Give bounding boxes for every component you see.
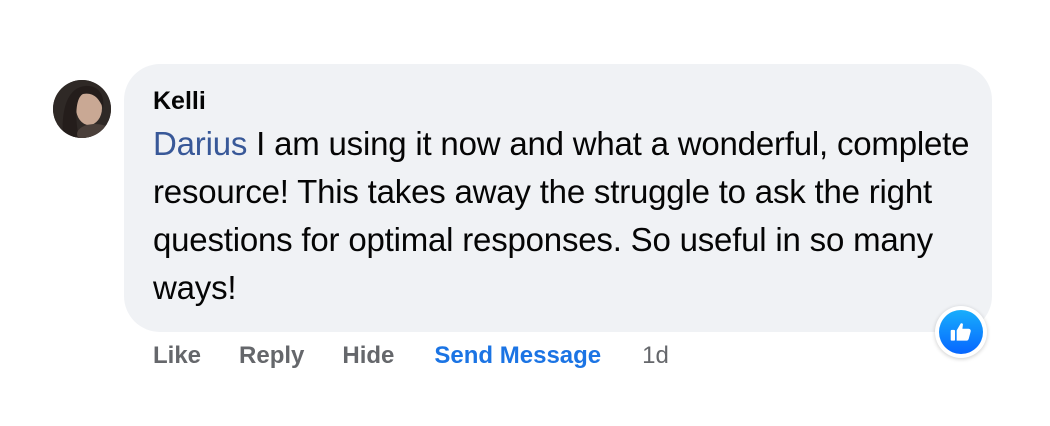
comment-body: I am using it now and what a wonderful, … bbox=[153, 125, 970, 306]
mention-link[interactable]: Darius bbox=[153, 125, 247, 162]
thumbs-up-icon bbox=[939, 310, 983, 354]
author-name[interactable]: Kelli bbox=[153, 86, 206, 116]
like-button[interactable]: Like bbox=[153, 340, 201, 372]
comment-bubble: Kelli Darius I am using it now and what … bbox=[124, 64, 992, 332]
comment-actions: Like Reply Hide Send Message 1d bbox=[153, 340, 669, 372]
send-message-button[interactable]: Send Message bbox=[434, 340, 601, 372]
comment-text: Darius I am using it now and what a wond… bbox=[153, 120, 973, 312]
avatar[interactable] bbox=[53, 80, 111, 138]
timestamp[interactable]: 1d bbox=[642, 340, 669, 372]
comment: Kelli Darius I am using it now and what … bbox=[0, 0, 1050, 426]
reaction-badge[interactable] bbox=[935, 306, 987, 358]
reply-button[interactable]: Reply bbox=[239, 340, 304, 372]
hide-button[interactable]: Hide bbox=[342, 340, 394, 372]
